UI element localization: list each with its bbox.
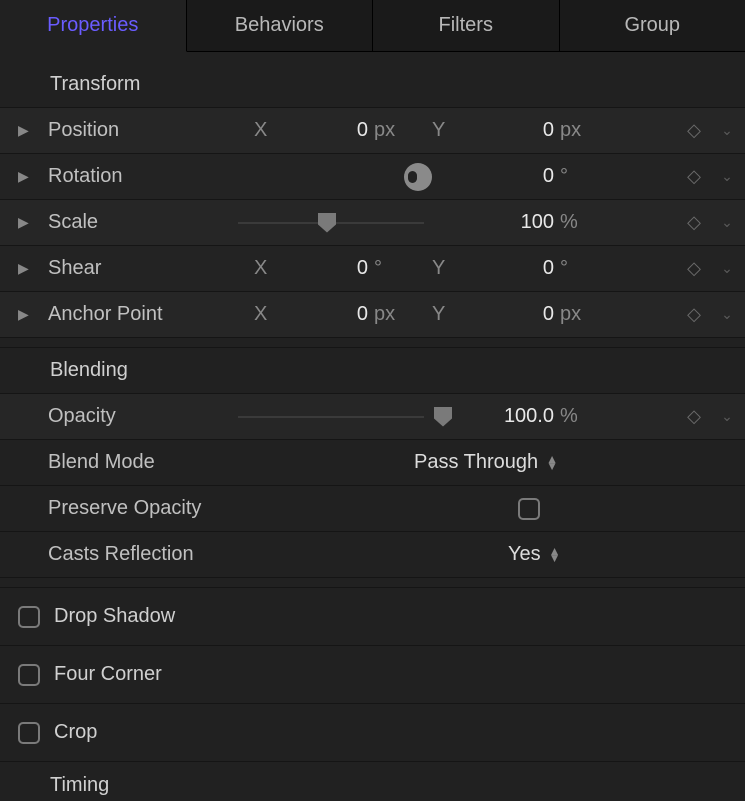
axis-label-y: Y [432,119,445,142]
label-anchor-point: Anchor Point [38,303,218,326]
chevron-down-icon[interactable]: ⌄ [719,260,735,277]
disclosure-triangle-icon[interactable]: ▶ [18,122,38,139]
scale-value[interactable]: 100 [494,211,554,234]
axis-label-x: X [254,303,267,326]
row-anchor-point: ▶ Anchor Point X 0 px Y 0 px ◇ ⌄ [0,292,745,338]
label-casts-reflection: Casts Reflection [38,543,218,566]
label-rotation: Rotation [38,165,218,188]
tab-behaviors[interactable]: Behaviors [187,0,374,52]
section-header-transform: Transform [0,62,745,108]
position-y-value[interactable]: 0 [494,119,554,142]
sort-arrows-icon: ▲▼ [549,548,561,562]
position-x-value[interactable]: 0 [308,119,368,142]
position-x-unit: px [374,119,395,142]
anchor-x-value[interactable]: 0 [308,303,368,326]
opacity-slider[interactable] [238,416,424,418]
anchor-x-unit: px [374,303,395,326]
opacity-unit: % [560,405,578,428]
row-casts-reflection: Casts Reflection Yes ▲▼ [0,532,745,578]
opacity-slider-thumb[interactable] [434,407,452,427]
tab-properties[interactable]: Properties [0,0,187,52]
rotation-value[interactable]: 0 [494,165,554,188]
row-rotation: ▶ Rotation 0 ° ◇ ⌄ [0,154,745,200]
keyframe-diamond-icon[interactable]: ◇ [687,304,701,325]
anchor-y-unit: px [560,303,581,326]
keyframe-diamond-icon[interactable]: ◇ [687,166,701,187]
row-scale: ▶ Scale 100 % ◇ ⌄ [0,200,745,246]
casts-reflection-popup[interactable]: Yes ▲▼ [508,543,561,566]
disclosure-triangle-icon[interactable]: ▶ [18,306,38,323]
shear-x-value[interactable]: 0 [308,257,368,280]
axis-label-y: Y [432,257,445,280]
keyframe-diamond-icon[interactable]: ◇ [687,212,701,233]
axis-label-y: Y [432,303,445,326]
axis-label-x: X [254,119,267,142]
preserve-opacity-checkbox[interactable] [518,498,540,520]
disclosure-triangle-icon[interactable]: ▶ [18,168,38,185]
anchor-y-value[interactable]: 0 [494,303,554,326]
shear-y-value[interactable]: 0 [494,257,554,280]
chevron-down-icon[interactable]: ⌄ [719,122,735,139]
label-blend-mode: Blend Mode [38,451,218,474]
rotation-dial[interactable] [404,163,432,191]
row-crop: Crop [0,704,745,762]
label-crop: Crop [54,721,97,744]
section-header-timing: Timing [0,762,745,801]
chevron-down-icon[interactable]: ⌄ [719,168,735,185]
position-y-unit: px [560,119,581,142]
chevron-down-icon[interactable]: ⌄ [719,306,735,323]
row-position: ▶ Position X 0 px Y 0 px ◇ ⌄ [0,108,745,154]
scale-slider-thumb[interactable] [318,213,336,233]
axis-label-x: X [254,257,267,280]
blend-mode-value: Pass Through [414,451,538,474]
label-position: Position [38,119,218,142]
row-blend-mode: Blend Mode Pass Through ▲▼ [0,440,745,486]
label-shear: Shear [38,257,218,280]
shear-x-unit: ° [374,257,382,280]
opacity-value[interactable]: 100.0 [494,405,554,428]
keyframe-diamond-icon[interactable]: ◇ [687,120,701,141]
tab-filters[interactable]: Filters [373,0,560,52]
properties-panel: Transform ▶ Position X 0 px Y 0 px ◇ ⌄ ▶… [0,52,745,801]
label-drop-shadow: Drop Shadow [54,605,175,628]
disclosure-triangle-icon[interactable]: ▶ [18,214,38,231]
section-header-blending: Blending [0,348,745,394]
chevron-down-icon[interactable]: ⌄ [719,214,735,231]
row-shear: ▶ Shear X 0 ° Y 0 ° ◇ ⌄ [0,246,745,292]
disclosure-triangle-icon[interactable]: ▶ [18,260,38,277]
keyframe-diamond-icon[interactable]: ◇ [687,406,701,427]
label-scale: Scale [38,211,218,234]
tab-group[interactable]: Group [560,0,745,52]
blend-mode-popup[interactable]: Pass Through ▲▼ [414,451,558,474]
crop-checkbox[interactable] [18,722,40,744]
row-drop-shadow: Drop Shadow [0,588,745,646]
four-corner-checkbox[interactable] [18,664,40,686]
label-opacity: Opacity [38,405,218,428]
casts-reflection-value: Yes [508,543,541,566]
label-preserve-opacity: Preserve Opacity [38,497,218,520]
row-opacity: Opacity 100.0 % ◇ ⌄ [0,394,745,440]
chevron-down-icon[interactable]: ⌄ [719,408,735,425]
keyframe-diamond-icon[interactable]: ◇ [687,258,701,279]
shear-y-unit: ° [560,257,568,280]
scale-unit: % [560,211,578,234]
scale-slider[interactable] [238,222,424,224]
row-four-corner: Four Corner [0,646,745,704]
sort-arrows-icon: ▲▼ [546,456,558,470]
drop-shadow-checkbox[interactable] [18,606,40,628]
row-preserve-opacity: Preserve Opacity [0,486,745,532]
rotation-unit: ° [560,165,568,188]
label-four-corner: Four Corner [54,663,162,686]
inspector-tabs: Properties Behaviors Filters Group [0,0,745,52]
